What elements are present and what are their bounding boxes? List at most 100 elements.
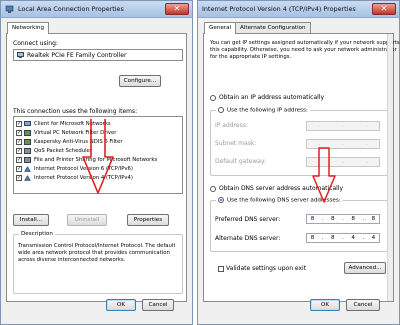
list-item-label: Virtual PC Network Filter Driver — [34, 129, 117, 136]
left-window-title: Local Area Connection Properties — [18, 5, 124, 13]
list-item[interactable]: ✓ QoS Packet Scheduler — [16, 146, 92, 155]
radio-button[interactable] — [210, 185, 216, 192]
subnet-mask-input[interactable]: ... — [306, 139, 380, 149]
list-item-label: Internet Protocol Version 6 (TCP/IPv6) — [34, 165, 133, 172]
list-item-label: Internet Protocol Version 4 (TCP/IPv4) — [34, 174, 133, 181]
network-adapter-icon — [17, 52, 24, 58]
octet: 8 — [331, 235, 335, 241]
right-ok-button[interactable]: OK — [310, 299, 340, 311]
obtain-ip-auto-label: Obtain an IP address automatically — [219, 94, 325, 101]
radio-button[interactable] — [210, 94, 216, 101]
default-gateway-input[interactable]: ... — [306, 157, 380, 167]
right-title-bar[interactable]: Internet Protocol Version 4 (TCP/IPv4) P… — [198, 1, 399, 18]
left-cancel-button[interactable]: Cancel — [142, 299, 174, 311]
right-window-title: Internet Protocol Version 4 (TCP/IPv4) P… — [202, 5, 356, 13]
checkbox[interactable]: ✓ — [16, 120, 22, 127]
intro-line: You can get IP settings assigned automat… — [210, 40, 400, 46]
use-following-dns-radio[interactable]: Use the following DNS server addresses: — [216, 197, 343, 204]
obtain-dns-auto-label: Obtain DNS server address automatically — [219, 185, 344, 192]
validate-label: Validate settings upon exit — [226, 265, 307, 272]
intro-line: this capability. Otherwise, you need to … — [210, 47, 397, 53]
right-cancel-button[interactable]: Cancel — [346, 299, 380, 311]
description-line: Transmission Control Protocol/Internet P… — [18, 243, 176, 249]
validate-checkbox-row[interactable]: Validate settings upon exit — [218, 265, 306, 272]
right-edge-scrollbar[interactable] — [387, 34, 393, 301]
checkbox[interactable]: ✓ — [16, 165, 22, 172]
connect-using-label: Connect using: — [13, 40, 58, 47]
tab-networking[interactable]: Networking — [7, 22, 50, 34]
network-icon — [5, 5, 14, 14]
list-item[interactable]: ✓ Virtual PC Network Filter Driver — [16, 128, 116, 137]
use-following-ip-radio[interactable]: Use the following IP address: — [216, 107, 310, 114]
service-icon — [24, 147, 31, 154]
checkbox[interactable]: ✓ — [16, 174, 22, 181]
checkbox[interactable]: ✓ — [16, 156, 22, 163]
advanced-button[interactable]: Advanced... — [344, 262, 386, 274]
left-tab-panel: Connect using: Realtek PCIe FE Family Co… — [6, 33, 187, 302]
list-item[interactable]: ✓ Client for Microsoft Networks — [16, 119, 111, 128]
components-list[interactable]: ✓ Client for Microsoft Networks ✓ Virtua… — [13, 116, 183, 194]
left-tab-strip: Networking — [7, 22, 50, 34]
list-item[interactable]: ✓ File and Printer Sharing for Microsoft… — [16, 155, 157, 164]
list-item[interactable]: ✓ Internet Protocol Version 4 (TCP/IPv4) — [16, 173, 133, 182]
items-label: This connection uses the following items… — [13, 108, 138, 115]
checkbox[interactable]: ✓ — [16, 138, 22, 145]
description-line: wide area network protocol that provides… — [18, 250, 170, 256]
uninstall-button[interactable]: Uninstall — [67, 214, 107, 226]
right-tab-panel: You can get IP settings assigned automat… — [203, 33, 400, 302]
octet: 8 — [351, 216, 355, 222]
use-following-dns-label: Use the following DNS server addresses: — [227, 197, 341, 204]
dns-group: Use the following DNS server addresses: … — [210, 197, 388, 252]
ip-address-label: IP address: — [215, 122, 248, 129]
list-item[interactable]: ✓ Internet Protocol Version 6 (TCP/IPv6) — [16, 164, 133, 173]
octet: 8 — [310, 235, 315, 241]
checkbox[interactable]: ✓ — [16, 129, 22, 136]
tab-general[interactable]: General — [204, 22, 237, 34]
service-icon — [24, 156, 31, 163]
default-gateway-label: Default gateway: — [215, 158, 267, 165]
adapter-field: Realtek PCIe FE Family Controller — [13, 49, 183, 61]
tab-alternate-configuration[interactable]: Alternate Configuration — [235, 22, 311, 33]
octet: 4 — [371, 235, 376, 241]
validate-checkbox[interactable] — [218, 265, 224, 272]
description-group: Description Transmission Control Protoco… — [13, 231, 183, 294]
right-close-button[interactable]: ✕ — [372, 3, 396, 15]
description-heading: Description — [19, 231, 55, 237]
filter-icon — [24, 129, 31, 136]
filter-icon — [24, 138, 31, 145]
list-item[interactable]: ✓ Kaspersky Anti-Virus NDIS 6 Filter — [16, 137, 123, 146]
left-title-bar[interactable]: Local Area Connection Properties ✕ — [1, 1, 192, 18]
properties-button[interactable]: Properties — [127, 214, 169, 226]
octet: 8 — [371, 216, 376, 222]
list-item-label: Client for Microsoft Networks — [34, 120, 111, 127]
alternate-dns-input[interactable]: 8. 8. 4. 4 — [306, 233, 380, 243]
obtain-ip-auto-radio[interactable]: Obtain an IP address automatically — [210, 94, 324, 101]
preferred-dns-input[interactable]: 8. 8. 8. 8 — [306, 214, 380, 224]
list-item-label: Kaspersky Anti-Virus NDIS 6 Filter — [34, 138, 123, 145]
left-close-button[interactable]: ✕ — [165, 3, 189, 15]
local-area-connection-properties-window: Local Area Connection Properties ✕ Netwo… — [0, 0, 193, 325]
radio-button[interactable] — [218, 107, 224, 113]
subnet-mask-label: Subnet mask: — [215, 140, 257, 147]
obtain-dns-auto-radio[interactable]: Obtain DNS server address automatically — [210, 185, 343, 192]
protocol-icon — [24, 174, 31, 181]
radio-button[interactable] — [218, 197, 224, 203]
configure-button[interactable]: Configure... — [119, 75, 161, 87]
octet: 8 — [331, 216, 335, 222]
octet: 4 — [351, 235, 355, 241]
close-icon: ✕ — [380, 4, 388, 13]
use-following-ip-label: Use the following IP address: — [227, 107, 308, 114]
ipv4-properties-window: Internet Protocol Version 4 (TCP/IPv4) P… — [197, 0, 400, 325]
preferred-dns-label: Preferred DNS server: — [215, 216, 281, 223]
checkbox[interactable]: ✓ — [16, 147, 22, 154]
install-button[interactable]: Install... — [13, 214, 49, 226]
alternate-dns-label: Alternate DNS server: — [215, 235, 281, 242]
intro-line: for the appropriate IP settings. — [210, 54, 292, 60]
adapter-name: Realtek PCIe FE Family Controller — [27, 51, 127, 59]
left-ok-button[interactable]: OK — [106, 299, 136, 311]
close-icon: ✕ — [173, 4, 181, 13]
protocol-icon — [24, 165, 31, 172]
octet: 8 — [310, 216, 315, 222]
ip-address-input[interactable]: ... — [306, 121, 380, 131]
list-item-label: QoS Packet Scheduler — [34, 147, 92, 154]
